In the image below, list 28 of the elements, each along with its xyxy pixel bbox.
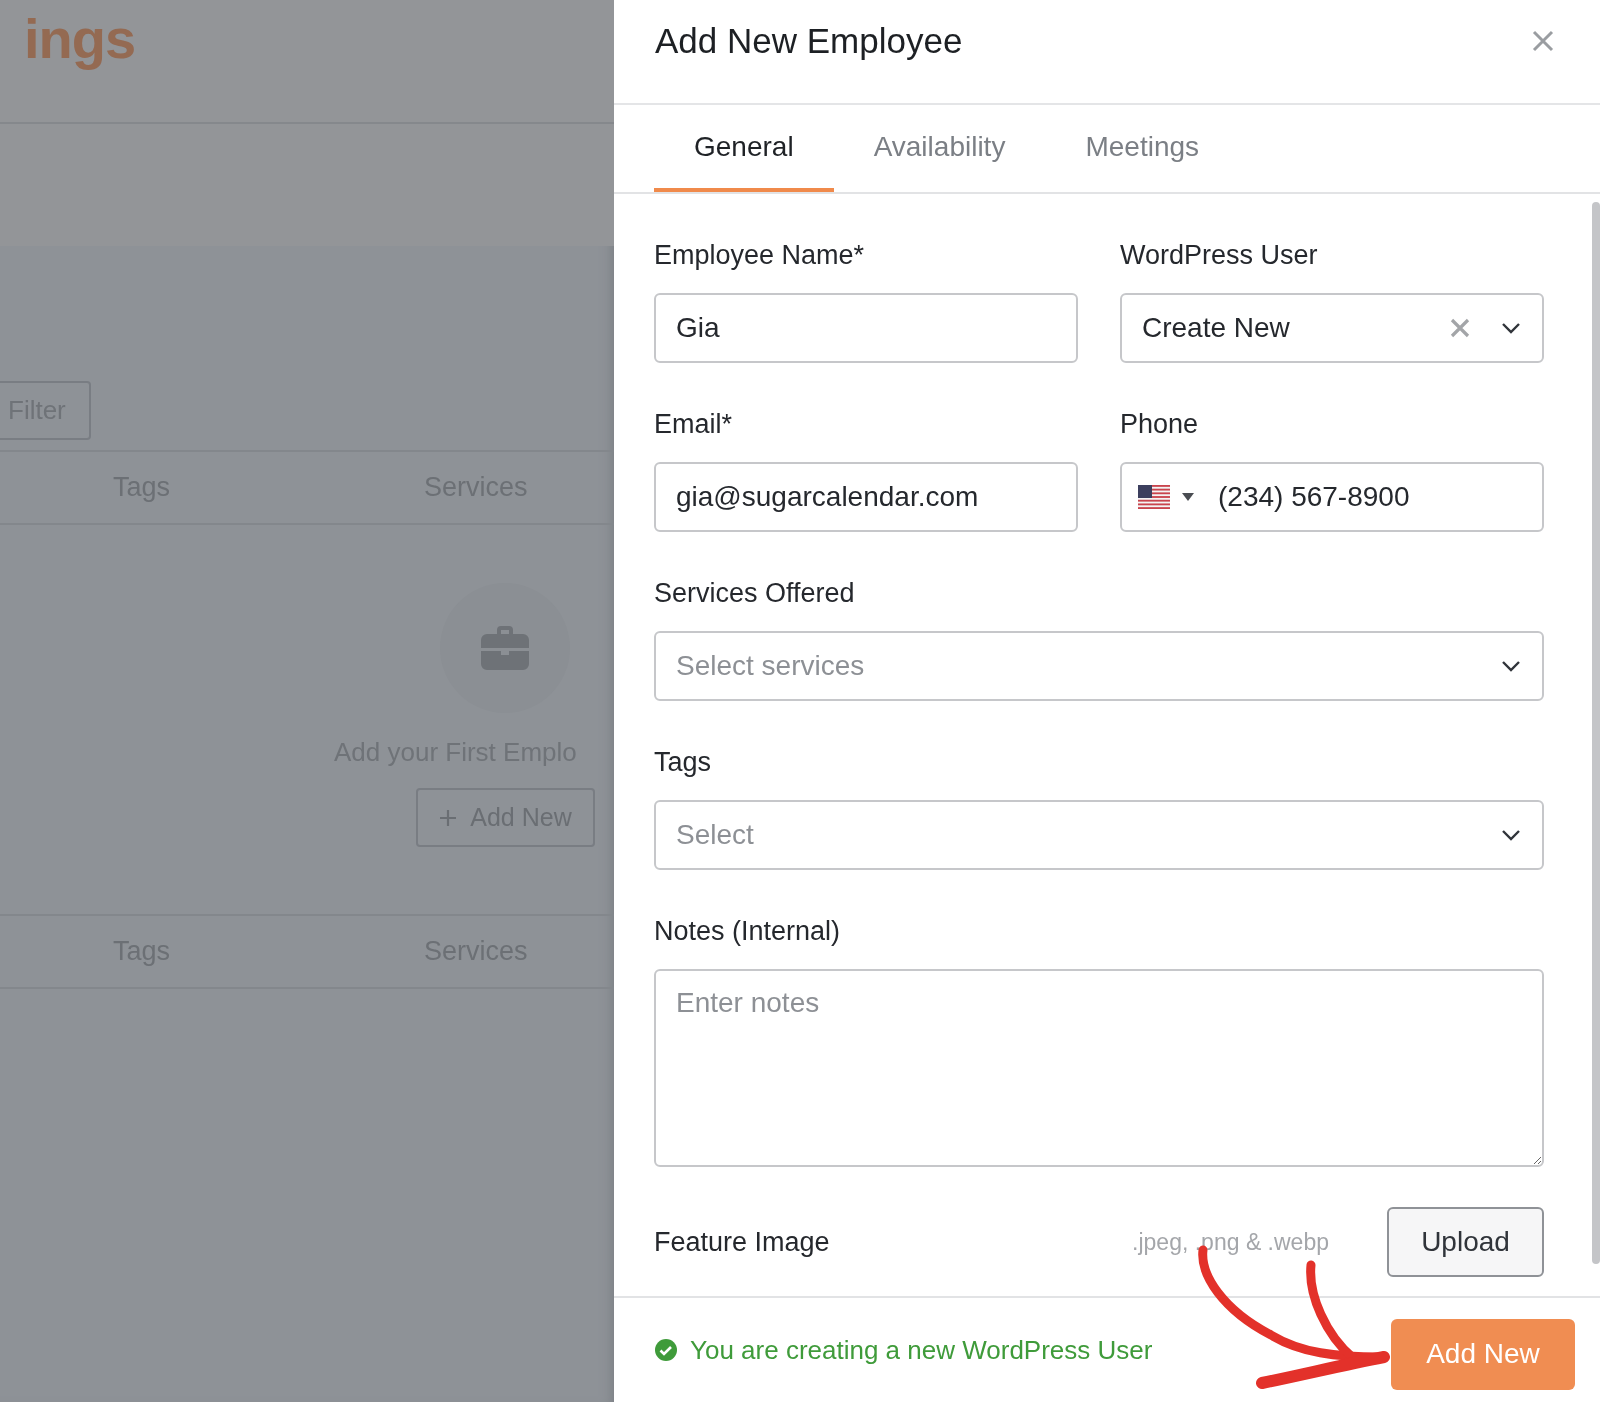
tab[interactable]: Meetings	[1045, 105, 1240, 192]
field-label: Services Offered	[654, 577, 856, 610]
scrollbar[interactable]	[1592, 202, 1600, 1264]
input-field[interactable]: gia@sugarcalendar.com	[654, 462, 1078, 532]
notes-field[interactable]: Enter notes	[654, 969, 1544, 1167]
dialog-title: Add New Employee	[655, 20, 963, 61]
briefcase-icon	[481, 626, 529, 670]
flag-icon	[1138, 485, 1170, 509]
close-icon	[1532, 29, 1554, 52]
field-label: Email*	[654, 408, 734, 441]
caret-down-icon	[1182, 493, 1194, 501]
logo-text: ings	[24, 7, 136, 70]
phone-field[interactable]: (234) 567-8900	[1120, 462, 1544, 532]
input-field[interactable]: Gia	[654, 293, 1078, 363]
status-message: You are creating a new WordPress User	[690, 1334, 1153, 1366]
field-label: Notes (Internal)	[654, 915, 842, 948]
check-circle-icon	[654, 1338, 678, 1362]
select-field[interactable]: Create New	[1120, 293, 1544, 363]
clear-icon	[1450, 318, 1470, 338]
plus-icon	[438, 807, 459, 828]
field-label: Feature Image	[654, 1226, 830, 1258]
tab[interactable]: General	[654, 105, 834, 192]
field-label: Phone	[1120, 408, 1200, 441]
field-label: Employee Name*	[654, 239, 866, 272]
field-label: WordPress User	[1120, 239, 1319, 272]
field-label: Tags	[654, 746, 713, 779]
tab[interactable]: Availability	[833, 105, 1046, 192]
upload-button[interactable]: Upload	[1387, 1207, 1544, 1277]
